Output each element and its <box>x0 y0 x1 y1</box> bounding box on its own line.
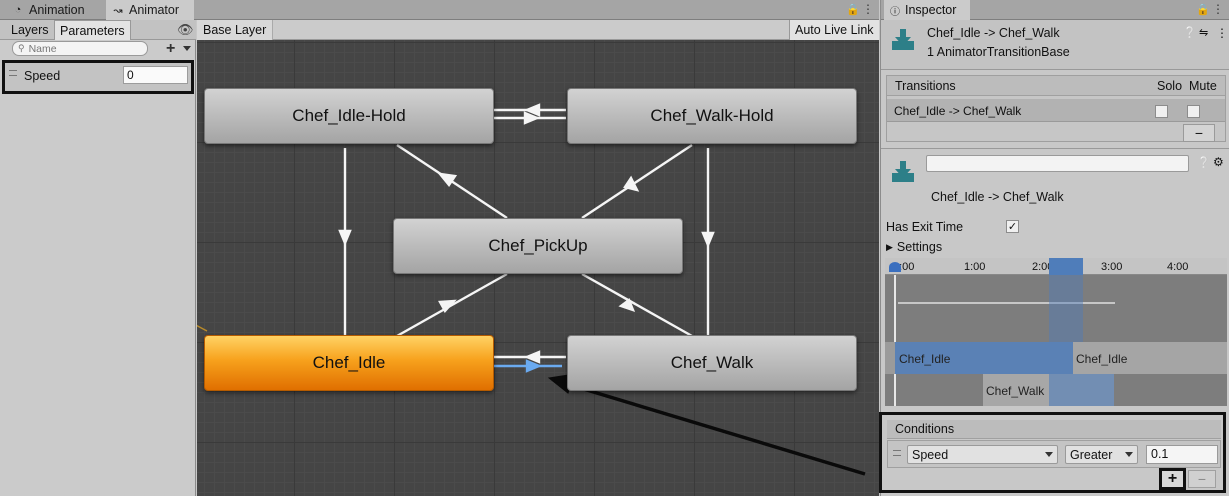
has-exit-time-label: Has Exit Time <box>886 220 964 234</box>
clip-source-label: Chef_Idle <box>899 352 951 366</box>
tab-animation-label: Animation <box>29 3 85 17</box>
preset-icon[interactable]: ⇋ <box>1199 26 1208 39</box>
state-chef-walk-hold[interactable]: Chef_Walk-Hold <box>567 88 857 144</box>
parameter-search-input[interactable]: ⚲ Name <box>12 41 148 56</box>
settings-foldout[interactable]: ▶ Settings <box>886 240 942 254</box>
transitions-header-label: Transitions <box>895 78 956 93</box>
tab-animation[interactable]: ◔ Animation <box>6 0 106 20</box>
more-options-icon[interactable]: ⋮ <box>862 2 874 16</box>
graph-toolbar <box>197 20 879 40</box>
parameter-value-input[interactable]: 0 <box>123 66 188 84</box>
parameter-name: Speed <box>24 69 61 83</box>
transition-range-marker[interactable] <box>1049 258 1083 275</box>
condition-parameter-value: Speed <box>912 447 949 462</box>
info-icon: ⓘ <box>890 6 900 18</box>
tab-inspector[interactable]: ⓘ Inspector <box>884 0 970 20</box>
transition-icon <box>890 27 916 53</box>
conditions-header-label: Conditions <box>895 422 955 436</box>
foldout-arrow-icon: ▶ <box>886 241 893 252</box>
help-icon[interactable]: ❔ <box>1183 26 1197 39</box>
state-chef-idle[interactable]: Chef_Idle <box>204 335 494 391</box>
inspector-subtitle: 1 AnimatorTransitionBase <box>927 45 1070 59</box>
tab-layers[interactable]: Layers <box>6 20 54 40</box>
condition-operator-dropdown[interactable]: Greater <box>1065 445 1138 464</box>
tick-3: 3:00 <box>1101 261 1123 273</box>
state-chef-pickup[interactable]: Chef_PickUp <box>393 218 683 274</box>
search-placeholder: Name <box>28 42 57 55</box>
clip-dest-overlap <box>1049 374 1114 406</box>
context-menu-icon[interactable]: ⋮ <box>1216 26 1228 40</box>
inspector-title: Chef_Idle -> Chef_Walk <box>927 26 1060 40</box>
condition-drag-handle-icon[interactable] <box>893 450 901 456</box>
transition-name-field[interactable] <box>926 155 1189 172</box>
tab-animator[interactable]: ↝ Animator <box>106 0 194 20</box>
transition-settings-gear-icon[interactable]: ⚙ <box>1213 155 1224 169</box>
transition-name-label: Chef_Idle -> Chef_Walk <box>931 190 1064 204</box>
clip-source-tail-label: Chef_Idle <box>1076 352 1128 366</box>
inspector-lock-icon[interactable]: 🔒 <box>1196 3 1210 16</box>
solo-label: Solo <box>1157 79 1183 93</box>
solo-checkbox[interactable] <box>1155 105 1168 118</box>
mute-checkbox[interactable] <box>1187 105 1200 118</box>
add-condition-button[interactable]: + <box>1159 468 1186 490</box>
search-icon: ⚲ <box>18 43 25 53</box>
condition-operator-value: Greater <box>1070 447 1113 462</box>
mute-label: Mute <box>1189 79 1217 93</box>
settings-label: Settings <box>896 240 943 254</box>
conditions-header: Conditions <box>887 420 1221 439</box>
tab-parameters[interactable]: Parameters <box>54 20 131 40</box>
condition-threshold-input[interactable]: 0.1 <box>1146 445 1218 464</box>
condition-parameter-dropdown[interactable]: Speed <box>907 445 1058 464</box>
add-parameter-icon[interactable]: + <box>166 40 175 58</box>
chevron-down-icon <box>1125 452 1133 457</box>
chevron-down-icon <box>1045 452 1053 457</box>
eye-icon[interactable]: 👁 <box>177 22 194 38</box>
transition-row-label: Chef_Idle -> Chef_Walk <box>894 104 1022 118</box>
transition-detail-icon <box>890 159 916 185</box>
remove-transition-button[interactable]: − <box>1183 124 1215 142</box>
transition-overlap-highlight <box>1049 275 1083 342</box>
animation-clock-icon: ◔ <box>14 4 22 16</box>
drag-handle-icon[interactable] <box>9 70 17 76</box>
auto-live-link-button[interactable]: Auto Live Link <box>789 20 879 40</box>
add-parameter-dropdown-icon[interactable] <box>183 46 191 51</box>
tab-animator-label: Animator <box>129 3 180 17</box>
clip-dest-label: Chef_Walk <box>986 384 1045 398</box>
tick-1: 1:00 <box>964 261 986 273</box>
tab-inspector-label: Inspector <box>905 3 957 17</box>
animator-icon: ↝ <box>113 4 123 17</box>
inspector-more-icon[interactable]: ⋮ <box>1212 2 1224 16</box>
state-chef-walk[interactable]: Chef_Walk <box>567 335 857 391</box>
parameters-panel <box>0 40 196 496</box>
breadcrumb[interactable]: Base Layer <box>197 20 274 40</box>
transition-help-icon[interactable]: ❔ <box>1197 156 1211 169</box>
playhead-line <box>894 275 896 406</box>
lock-icon[interactable]: 🔒 <box>846 3 860 16</box>
tick-4: 4:00 <box>1167 261 1189 273</box>
divider <box>881 148 1229 149</box>
playhead-marker-icon[interactable] <box>889 262 901 272</box>
state-chef-idle-hold[interactable]: Chef_Idle-Hold <box>204 88 494 144</box>
remove-condition-button[interactable]: − <box>1188 470 1216 488</box>
has-exit-time-checkbox[interactable]: ✓ <box>1006 220 1019 233</box>
